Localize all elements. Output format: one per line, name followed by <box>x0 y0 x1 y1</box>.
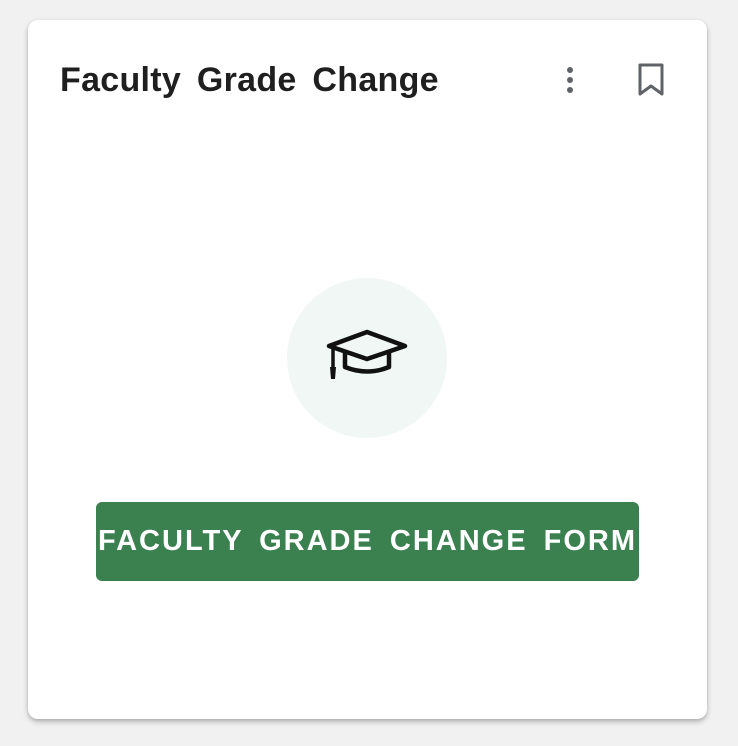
graduation-cap-icon <box>325 329 409 388</box>
hero-icon-circle <box>287 278 447 438</box>
app-card: Faculty Grade Change FACULTY GRADE CHANG… <box>28 20 707 719</box>
bookmark-button[interactable] <box>629 58 673 102</box>
more-vert-icon <box>565 65 575 95</box>
card-title: Faculty Grade Change <box>60 61 439 99</box>
faculty-grade-change-form-button[interactable]: FACULTY GRADE CHANGE FORM <box>96 502 639 581</box>
more-options-button[interactable] <box>548 58 592 102</box>
bookmark-outline-icon <box>637 63 665 97</box>
